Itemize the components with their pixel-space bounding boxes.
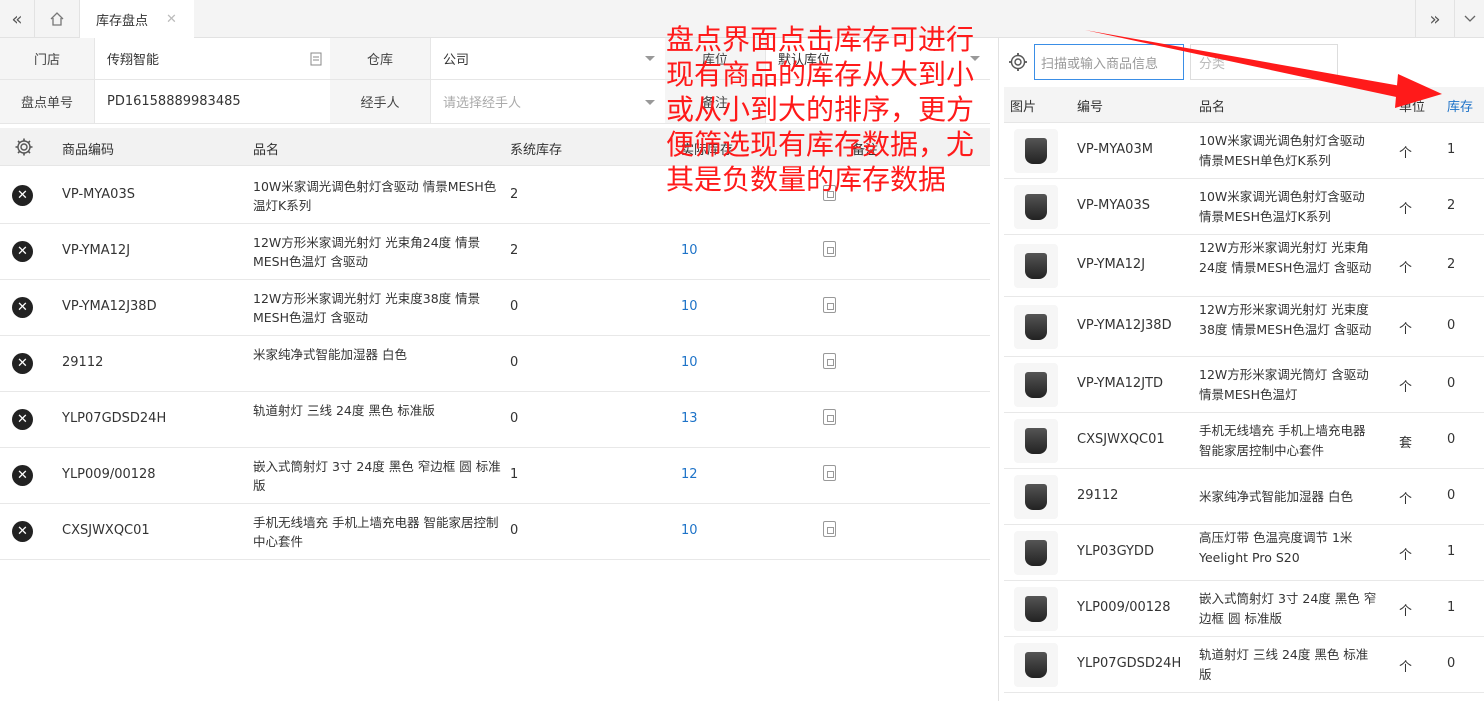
annotation-arrow [1085, 30, 1442, 108]
